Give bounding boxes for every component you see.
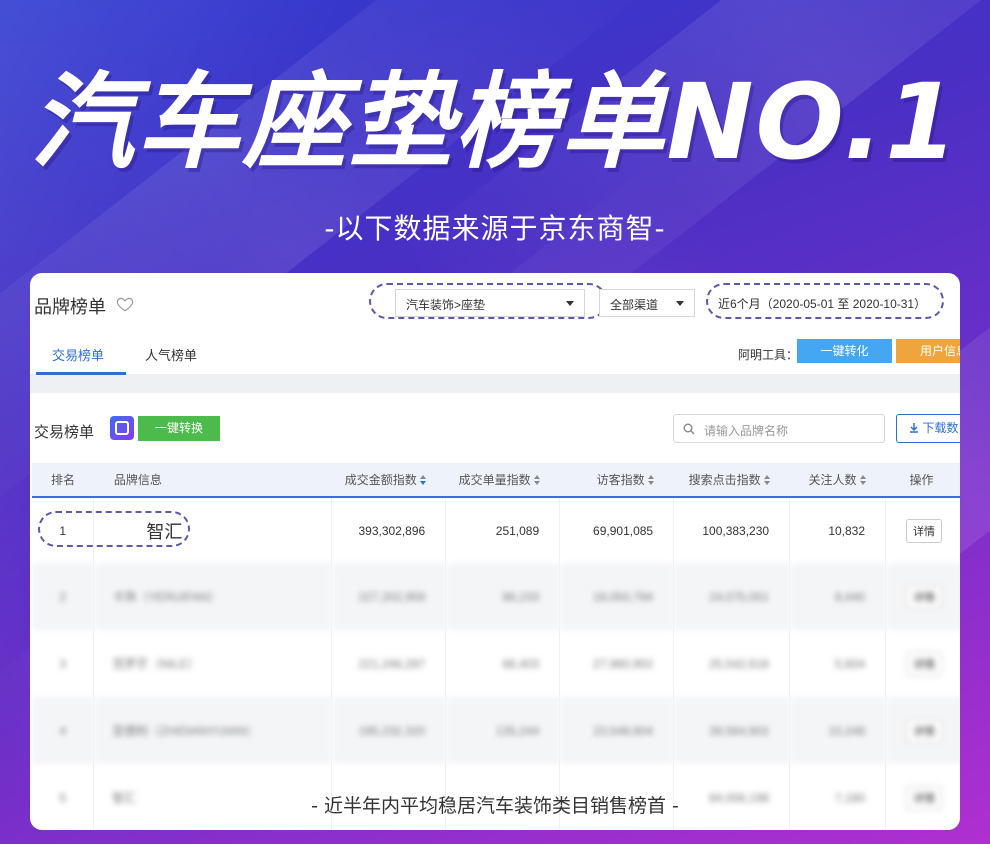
- detail-button[interactable]: 详情: [906, 518, 943, 543]
- orders-cell: 86,233: [445, 563, 561, 630]
- tab-popularity-ranking[interactable]: 人气榜单: [145, 345, 197, 364]
- tools-label: 阿明工具：: [738, 348, 799, 362]
- highlight-rank-1: [38, 511, 190, 547]
- col-orders[interactable]: 成交单量指数: [445, 463, 560, 498]
- table-row: 4 亚德利（ZHIDIANYIJIAN） 195,232,320 135,244…: [32, 697, 960, 764]
- brand-search-input[interactable]: 请输入品牌名称: [673, 414, 885, 443]
- user-info-button[interactable]: 用户信息: [896, 339, 960, 363]
- table-header-row: 排名 品牌信息 成交金额指数 成交单量指数 访客指数 搜索点击指数 关注人数 操…: [32, 463, 960, 498]
- amount-cell: 221,246,287: [331, 630, 447, 697]
- visitors-cell: 23,548,804: [559, 697, 675, 764]
- download-label: 下载数: [922, 421, 959, 435]
- col-search-clicks[interactable]: 搜索点击指数: [673, 463, 790, 498]
- col-rank: 排名: [32, 463, 94, 498]
- brand-cell: 亚德利（ZHIDIANYIJIAN）: [93, 697, 333, 764]
- tab-trade-ranking[interactable]: 交易榜单: [52, 345, 104, 364]
- orders-cell: 251,089: [445, 497, 561, 563]
- rank-cell: 2: [32, 563, 95, 630]
- download-button[interactable]: 下载数: [896, 414, 960, 443]
- orders-cell: 86,403: [445, 630, 561, 697]
- sort-icon[interactable]: [419, 475, 426, 485]
- search-cell: 39,564,802: [673, 697, 791, 764]
- sort-icon[interactable]: [763, 475, 770, 485]
- col-action: 操作: [885, 463, 960, 498]
- page-title: 品牌榜单: [34, 297, 106, 317]
- heart-icon[interactable]: [116, 295, 134, 313]
- panel-topbar: 品牌榜单 汽车装饰>座垫 全部渠道 近6个月（2020-05-01 至 2020…: [30, 273, 960, 333]
- amount-cell: 227,202,959: [331, 563, 447, 630]
- highlight-category: [369, 283, 607, 319]
- sort-icon[interactable]: [533, 475, 540, 485]
- detail-button[interactable]: 详情: [906, 584, 943, 609]
- action-cell: 详情: [885, 630, 960, 697]
- highlight-date-range: [706, 283, 944, 319]
- search-placeholder: 请输入品牌名称: [704, 424, 789, 438]
- rank-cell: 3: [32, 630, 95, 697]
- search-cell: 25,542,616: [673, 630, 791, 697]
- orders-cell: 135,244: [445, 697, 561, 764]
- search-cell: 100,383,230: [673, 497, 791, 563]
- action-cell: 详情: [885, 497, 960, 563]
- one-click-switch-button[interactable]: 一键转换: [138, 416, 220, 441]
- section-title: 交易榜单: [34, 424, 95, 441]
- one-click-convert-button[interactable]: 一键转化: [797, 339, 892, 363]
- visitors-cell: 69,901,085: [559, 497, 675, 563]
- table-row: 3 范罗芒（NILE） 221,246,287 86,403 27,980,90…: [32, 630, 960, 697]
- divider: [30, 375, 960, 393]
- sort-icon[interactable]: [859, 475, 866, 485]
- search-icon: [683, 423, 695, 435]
- followers-cell: 10,248: [789, 697, 887, 764]
- section-header: 交易榜单 一键转换 请输入品牌名称 下载数: [30, 393, 960, 463]
- followers-cell: 5,604: [789, 630, 887, 697]
- download-icon: [910, 423, 918, 433]
- search-cell: 24,075,051: [673, 563, 791, 630]
- followers-cell: 8,440: [789, 563, 887, 630]
- col-brand: 品牌信息: [93, 463, 332, 498]
- detail-button[interactable]: 详情: [906, 651, 943, 676]
- brand-ranking-panel: 品牌榜单 汽车装饰>座垫 全部渠道 近6个月（2020-05-01 至 2020…: [30, 273, 960, 830]
- visitors-cell: 27,980,902: [559, 630, 675, 697]
- followers-cell: 10,832: [789, 497, 887, 563]
- rank-cell: 4: [32, 697, 95, 764]
- active-tab-indicator: [36, 372, 126, 375]
- sort-icon[interactable]: [647, 475, 654, 485]
- bottom-caption: - 近半年内平均稳居汽车装饰类目销售榜首 -: [311, 795, 679, 817]
- col-followers[interactable]: 关注人数: [789, 463, 886, 498]
- visitors-cell: 18,050,794: [559, 563, 675, 630]
- table-row: 2 卡饰（YERUIFAN） 227,202,959 86,233 18,050…: [32, 563, 960, 630]
- channel-select-value: 全部渠道: [610, 298, 659, 312]
- hero-subtitle: -以下数据来源于京东商智-: [324, 212, 666, 245]
- col-visitors[interactable]: 访客指数: [559, 463, 674, 498]
- amount-cell: 195,232,320: [331, 697, 447, 764]
- action-cell: 详情: [885, 563, 960, 630]
- channel-select[interactable]: 全部渠道: [599, 289, 695, 317]
- detail-button[interactable]: 详情: [906, 718, 943, 743]
- hero-title: 汽车座垫榜单NO.1: [30, 61, 960, 183]
- brand-cell: 卡饰（YERUIFAN）: [93, 563, 333, 630]
- brand-cell: 范罗芒（NILE）: [93, 630, 333, 697]
- amount-cell: 393,302,896: [331, 497, 447, 563]
- ranking-tabs: 交易榜单 人气榜单 阿明工具： 一键转化 用户信息: [30, 333, 960, 375]
- col-amount[interactable]: 成交金额指数: [331, 463, 446, 498]
- chevron-down-icon: [676, 301, 684, 306]
- plugin-icon[interactable]: [110, 416, 134, 440]
- action-cell: 详情: [885, 697, 960, 764]
